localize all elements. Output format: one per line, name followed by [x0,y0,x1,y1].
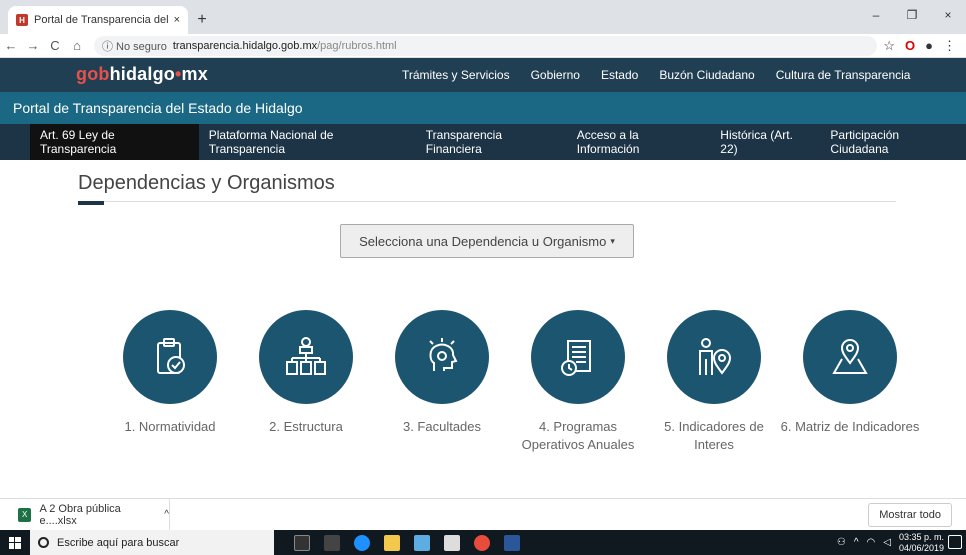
top-link-tramites[interactable]: Trámites y Servicios [402,68,510,82]
nav-financiera[interactable]: Transparencia Financiera [416,124,567,160]
address-toolbar: ← → C ⌂ ⓘ No seguro transparencia.hidalg… [0,34,966,58]
download-filename: A 2 Obra pública e....xlsx [39,502,121,527]
people-icon[interactable]: ⚇ [837,537,846,548]
top-link-cultura[interactable]: Cultura de Transparencia [776,68,911,82]
show-all-button[interactable]: Mostrar todo [868,503,952,527]
tab-title: Portal de Transparencia del Estad [34,14,170,26]
top-links: Trámites y Servicios Gobierno Estado Buz… [402,68,910,82]
card-normatividad[interactable]: 1. Normatividad [100,310,240,436]
portal-title: Portal de Transparencia del Estado de Hi… [0,92,966,124]
forward-button[interactable]: → [22,38,44,53]
tab-close-icon[interactable]: × [174,14,180,26]
card-label: 3. Facultades [402,419,482,434]
nav-historica[interactable]: Histórica (Art. 22) [710,124,820,160]
page-title: Dependencias y Organismos [78,172,335,194]
taskbar-apps [294,534,520,551]
map-pin-icon[interactable] [803,310,897,404]
mail-icon[interactable] [444,534,460,551]
card-label: 6. Matriz de Indicadores [780,419,920,434]
clipboard-check-icon[interactable] [123,310,217,404]
top-link-estado[interactable]: Estado [601,68,638,82]
site-top-nav: gobhidalgo•mx Trámites y Servicios Gobie… [0,58,966,92]
nav-art69[interactable]: Art. 69 Ley de Transparencia [30,124,199,160]
security-indicator[interactable]: ⓘ No seguro [102,38,167,54]
bookmark-star-icon[interactable]: ☆ [883,38,895,54]
site-favicon-icon: H [16,14,28,26]
maximize-button[interactable]: ❐ [894,0,930,30]
document-clock-icon[interactable] [531,310,625,404]
chevron-up-tray-icon[interactable]: ^ [854,537,859,548]
person-pin-icon[interactable] [667,310,761,404]
card-estructura[interactable]: 2. Estructura [236,310,376,436]
word-icon[interactable] [504,534,520,551]
card-label: 2. Estructura [269,419,343,434]
url-host: transparencia.hidalgo.gob.mx [172,39,318,52]
top-link-buzon[interactable]: Buzón Ciudadano [659,68,754,82]
reload-button[interactable]: C [44,38,66,53]
back-button[interactable]: ← [0,38,22,53]
notification-icon[interactable] [948,535,962,549]
excel-file-icon: X [18,507,32,522]
title-accent [78,201,104,205]
minimize-button[interactable]: – [858,0,894,30]
chrome-icon[interactable] [474,534,490,551]
nav-participacion[interactable]: Participación Ciudadana [820,124,966,160]
cortana-icon [38,537,49,548]
opera-icon[interactable]: O [905,38,915,53]
top-link-gobierno[interactable]: Gobierno [531,68,580,82]
new-tab-button[interactable]: + [188,6,216,34]
browser-tabbar: H Portal de Transparencia del Estad × + … [0,0,966,34]
volume-icon[interactable]: ◁ [883,537,891,548]
dropdown-label: Selecciona una Dependencia u Organismo [359,233,607,249]
url-path: /pag/rubros.html [317,39,397,52]
clock[interactable]: 03:35 p. m. 04/06/2019 [899,532,944,554]
chevron-down-icon: ▾ [610,235,615,246]
window-controls: – ❐ × [858,0,966,30]
menu-icon[interactable]: ⋮ [943,38,956,54]
clock-date: 04/06/2019 [898,542,944,553]
secondary-nav: Art. 69 Ley de Transparencia Plataforma … [0,124,966,160]
windows-start-icon[interactable] [0,530,30,555]
dependency-dropdown[interactable]: Selecciona una Dependencia u Organismo ▾ [340,224,634,258]
card-facultades[interactable]: 3. Facultades [372,310,512,436]
browser-tab[interactable]: H Portal de Transparencia del Estad × [8,6,188,34]
edge-icon[interactable] [354,534,370,551]
mic-icon[interactable] [294,534,310,551]
account-icon[interactable]: ● [925,38,933,53]
title-divider [78,201,896,202]
file-explorer-icon[interactable] [384,534,400,551]
download-bar: X A 2 Obra pública e....xlsx ^ Mostrar t… [0,498,966,531]
network-icon[interactable]: ◠ [867,537,876,548]
task-view-icon[interactable] [324,534,340,551]
url-bar[interactable]: ⓘ No seguro transparencia.hidalgo.gob.mx… [94,35,878,56]
card-label: 4. Programas Operativos Anuales [521,419,635,452]
nav-acceso[interactable]: Acceso a la Información [567,124,711,160]
close-window-button[interactable]: × [930,0,966,30]
clock-time: 03:35 p. m. [898,531,944,542]
head-idea-icon[interactable] [395,310,489,404]
org-chart-icon[interactable] [259,310,353,404]
site-logo[interactable]: gobhidalgo•mx [76,64,208,85]
download-item[interactable]: X A 2 Obra pública e....xlsx ^ [0,498,170,531]
taskbar-search[interactable]: Escribe aquí para buscar [30,530,274,555]
card-label: 1. Normatividad [124,419,216,434]
home-button[interactable]: ⌂ [66,38,88,53]
card-indicadores[interactable]: 5. Indicadores de Interes [644,310,784,454]
taskbar-search-placeholder: Escribe aquí para buscar [57,536,180,549]
card-label: 5. Indicadores de Interes [664,419,764,452]
chevron-up-icon[interactable]: ^ [164,509,169,520]
toolbar-right: ☆ O ● ⋮ [883,38,966,54]
card-programas[interactable]: 4. Programas Operativos Anuales [508,310,648,454]
nav-plataforma[interactable]: Plataforma Nacional de Transparencia [199,124,416,160]
store-icon[interactable] [414,534,430,551]
card-matriz[interactable]: 6. Matriz de Indicadores [780,310,920,436]
system-tray: ⚇ ^ ◠ ◁ 03:35 p. m. 04/06/2019 [837,530,944,555]
windows-taskbar: Escribe aquí para buscar ⚇ ^ ◠ ◁ 03:35 p… [0,530,966,555]
